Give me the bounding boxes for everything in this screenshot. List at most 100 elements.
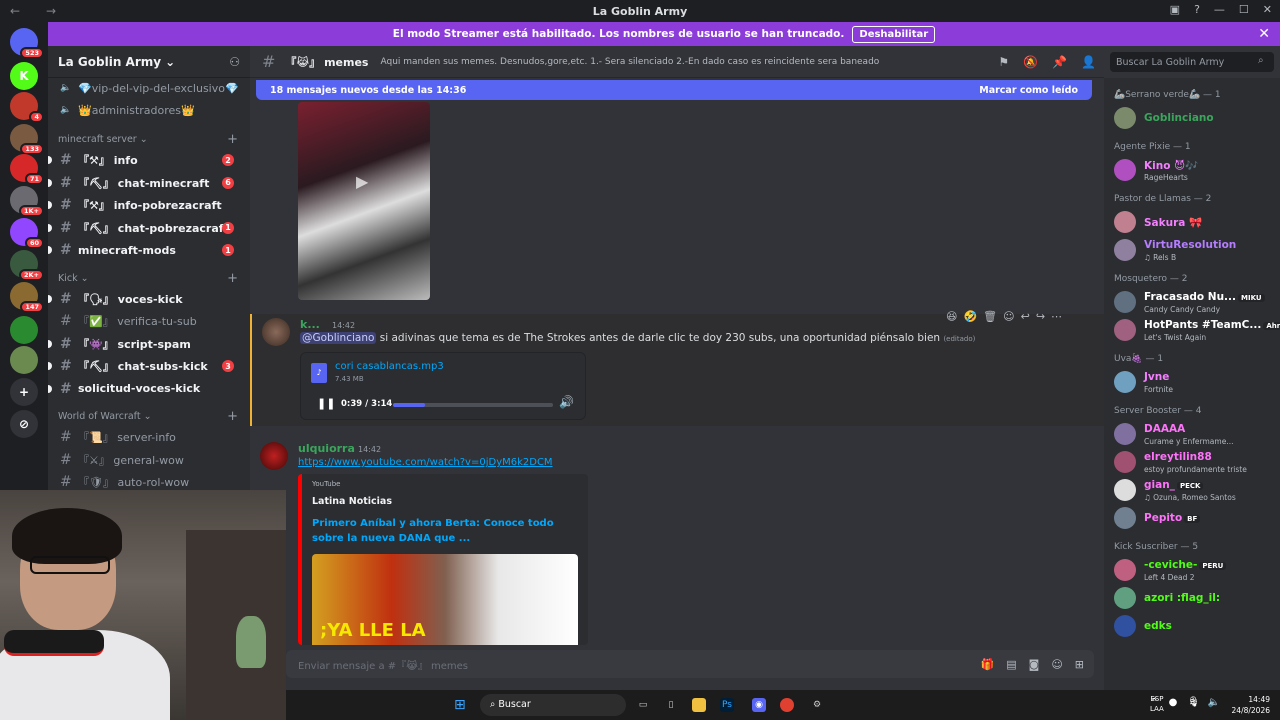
channel-item[interactable]: # 『⚒』 info-pobrezacraft [48, 195, 244, 215]
avatar[interactable] [1114, 559, 1136, 581]
emoji-icon[interactable]: ☺ [1051, 658, 1062, 671]
tray-app-icon[interactable]: ● [1169, 697, 1178, 708]
maximize-icon[interactable]: ☐ [1239, 3, 1249, 16]
message-author[interactable]: ulquiorra [298, 442, 355, 455]
sticker-icon[interactable]: ◙ [1029, 658, 1040, 671]
embed-author[interactable]: Latina Noticias [312, 496, 392, 507]
avatar[interactable] [1114, 587, 1136, 609]
member-item[interactable]: edks [1112, 612, 1274, 642]
server-icon[interactable]: 4 [10, 92, 44, 123]
mark-as-read-button[interactable]: Marcar como leído [979, 85, 1078, 96]
member-item[interactable]: HotPants #TeamC...Ahri Let's Twist Again [1112, 316, 1280, 346]
avatar[interactable] [1114, 159, 1136, 181]
server-icon[interactable]: + [10, 378, 38, 406]
add-channel-icon[interactable]: + [227, 132, 238, 147]
threads-icon[interactable]: ⚑ [998, 55, 1009, 69]
avatar[interactable] [1114, 479, 1136, 501]
member-item[interactable]: Goblinciano [1112, 104, 1274, 134]
avatar[interactable] [262, 318, 290, 346]
server-icon[interactable]: 2K+ [10, 250, 44, 281]
channel-item[interactable]: # 『⚒』 info 2 [48, 150, 244, 170]
reply-icon[interactable]: ↩ [1021, 310, 1030, 323]
server-icon[interactable]: 1K+ [10, 186, 44, 217]
language-indicator[interactable]: ESP LAA [1150, 694, 1164, 714]
member-item[interactable]: DAAAA Curame y Enfermame... [1112, 420, 1274, 450]
avatar[interactable] [1114, 615, 1136, 637]
reaction-emoji-icon[interactable]: 😆 [946, 310, 957, 323]
taskbar-clock[interactable]: 14:49 24/8/2026 [1232, 694, 1270, 716]
reaction-emoji-icon[interactable]: 🤣 [963, 310, 977, 323]
disable-streamer-button[interactable]: Deshabilitar [852, 25, 936, 43]
channel-item[interactable]: # 『✅』 verifica-tu-sub [54, 311, 244, 331]
channel-category[interactable]: World of Warcraft ⌄ + [58, 409, 240, 424]
youtube-link[interactable]: https://www.youtube.com/watch?v=0jDyM6k2… [298, 457, 553, 468]
video-attachment[interactable]: ▶ [298, 102, 430, 300]
channel-item[interactable]: # 『🛡』 auto-rol-wow [54, 472, 244, 492]
avatar[interactable] [1114, 451, 1136, 473]
apps-icon[interactable]: ⊞ [1075, 658, 1084, 671]
reaction-emoji-icon[interactable]: 🗑 [983, 310, 997, 323]
channel-item[interactable]: 🔈 💎vip-del-vip-del-exclusivo💎 [54, 78, 244, 98]
member-item[interactable]: Sakura 🎀 [1112, 208, 1274, 238]
avatar[interactable] [1114, 211, 1136, 233]
pin-icon[interactable]: 📌 [1052, 55, 1067, 69]
avatar[interactable] [1114, 291, 1136, 313]
inbox-icon[interactable]: ▣ [1170, 3, 1180, 16]
discord-taskbar-icon[interactable]: ◉ [752, 698, 766, 712]
add-channel-icon[interactable]: + [227, 271, 238, 286]
search-input[interactable]: Buscar La Goblin Army [1110, 52, 1274, 72]
member-item[interactable]: -ceviche- PERU Left 4 Dead 2 [1112, 556, 1274, 586]
help-icon[interactable]: ? [1194, 3, 1200, 16]
play-icon[interactable]: ▶ [356, 172, 368, 191]
avatar[interactable] [1114, 423, 1136, 445]
windows-start-icon[interactable]: ⊞ [454, 697, 470, 713]
channel-category[interactable]: Kick ⌄ + [58, 271, 240, 286]
channel-item[interactable]: # 『⛏』 chat-pobrezacraft 1 [48, 218, 244, 238]
message-author[interactable]: k... [300, 318, 320, 331]
user-mention[interactable]: @Goblinciano [300, 332, 377, 344]
gif-icon[interactable]: ▤ [1006, 658, 1016, 671]
volume-icon[interactable]: 🔊 [559, 395, 574, 409]
members-icon[interactable]: 👤 [1081, 55, 1096, 69]
avatar[interactable] [1114, 371, 1136, 393]
server-icon[interactable]: 523 [10, 28, 44, 59]
gift-icon[interactable]: 🎁 [981, 658, 995, 671]
avatar[interactable] [260, 442, 288, 470]
file-explorer-icon[interactable] [692, 698, 706, 712]
mute-icon[interactable]: 🔕 [1023, 55, 1038, 69]
add-reaction-icon[interactable]: ☺ [1003, 310, 1014, 323]
more-options-icon[interactable]: ⋯ [1051, 310, 1062, 323]
minimize-icon[interactable]: — [1214, 3, 1225, 16]
composer-input[interactable]: Enviar mensaje a #『😹』 memes [298, 657, 468, 672]
close-icon[interactable]: ✕ [1258, 26, 1270, 42]
server-icon[interactable] [10, 346, 38, 374]
channel-item[interactable]: # 『📜』 server-info [54, 427, 244, 447]
member-item[interactable]: Jvne Fortnite [1112, 368, 1274, 398]
member-item[interactable]: Kino 😈🎶 RageHearts [1112, 156, 1274, 186]
embed-thumbnail[interactable]: ;YA LLE LA [312, 554, 578, 645]
channel-item[interactable]: # 『👾』 script-spam [48, 334, 244, 354]
add-channel-icon[interactable]: + [227, 409, 238, 424]
server-icon[interactable]: 147 [10, 282, 44, 313]
server-icon[interactable]: K [10, 62, 38, 90]
server-icon[interactable]: ⊘ [10, 410, 38, 438]
close-window-icon[interactable]: ✕ [1263, 3, 1272, 16]
channel-category[interactable]: minecraft server ⌄ + [58, 132, 240, 147]
wifi-icon[interactable]: ≋ [1189, 697, 1197, 708]
pause-button[interactable]: ❚❚ [317, 397, 335, 410]
avatar[interactable] [1114, 107, 1136, 129]
add-user-icon[interactable]: ⚇ [229, 55, 240, 69]
audio-progress-bar[interactable] [393, 403, 553, 407]
photoshop-icon[interactable]: Ps [720, 698, 734, 712]
embed-title[interactable]: Primero Aníbal y ahora Berta: Conoce tod… [312, 516, 572, 546]
task-view-icon[interactable]: ▭ [636, 698, 650, 712]
member-item[interactable]: Pepito BF [1112, 504, 1274, 534]
avatar[interactable] [1114, 239, 1136, 261]
volume-icon[interactable]: 🔈 [1208, 697, 1220, 708]
app-icon[interactable]: ⚙ [810, 698, 824, 712]
channel-item[interactable]: # solicitud-voces-kick [48, 379, 244, 399]
server-icon[interactable]: 71 [10, 154, 44, 185]
member-item[interactable]: elreytilin88 estoy profundamente triste [1112, 448, 1274, 478]
avatar[interactable] [1114, 319, 1136, 341]
channel-item[interactable]: # 『⚔』 general-wow [54, 450, 244, 470]
